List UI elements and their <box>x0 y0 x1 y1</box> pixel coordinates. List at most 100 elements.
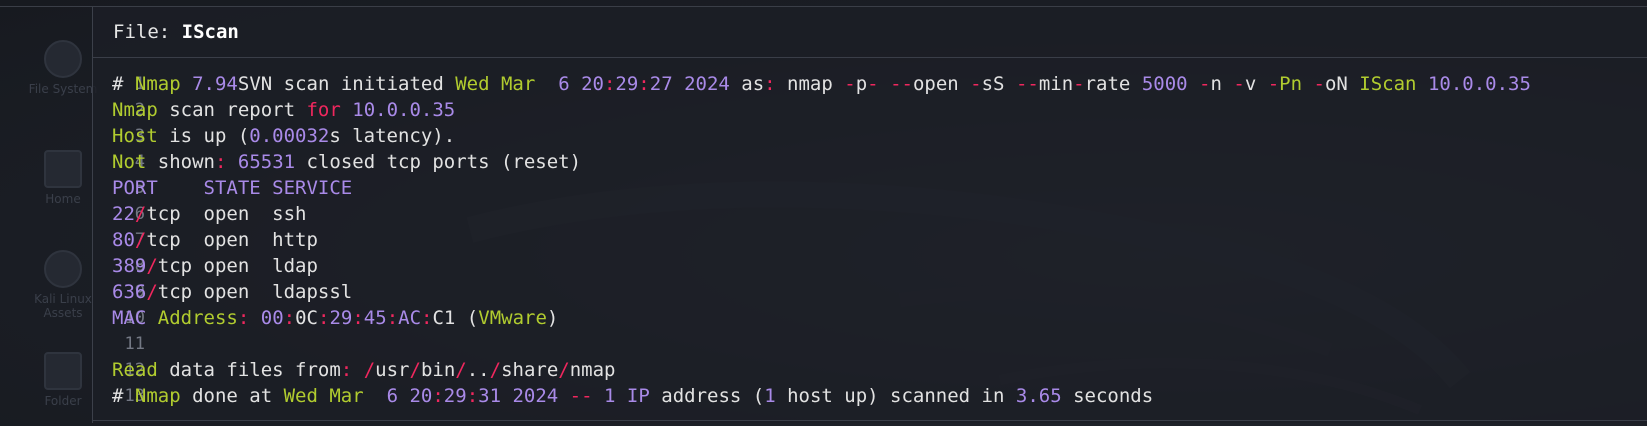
code-token: 29 <box>443 385 467 407</box>
code-token: / <box>409 359 421 381</box>
code-token: 1 <box>604 385 616 407</box>
code-token: 29 <box>615 73 639 95</box>
code-token: 389 <box>112 255 147 277</box>
code-token: n <box>1210 73 1234 95</box>
code-token: : <box>603 73 616 95</box>
code-token: / <box>146 281 158 303</box>
code-token: - <box>1233 73 1245 95</box>
desktop-icon-kali-assets[interactable]: Kali Linux Assets <box>28 250 98 320</box>
code-token: SVN scan initiated <box>237 73 456 95</box>
desktop-icon-home[interactable]: Home <box>28 150 98 206</box>
desktop-icon-label: Home <box>45 192 81 206</box>
code-token: 29 <box>329 307 353 329</box>
file-header-prefix: File: <box>113 21 182 43</box>
code-token: : <box>237 307 250 329</box>
code-token: Wed Mar <box>283 385 364 407</box>
code-token: Not <box>112 151 147 173</box>
code-token: Nmap <box>134 73 181 95</box>
file-header-bar: File: IScan <box>93 7 1647 58</box>
code-token: usr <box>375 359 410 381</box>
code-token: closed tcp ports (reset) <box>295 151 582 173</box>
code-line: Host is up (0.00032s latency). <box>112 123 1647 149</box>
code-token: .. <box>466 359 490 381</box>
code-line <box>112 331 1647 357</box>
code-token: : <box>466 385 479 407</box>
code-token: IP <box>626 385 650 407</box>
desktop-icon-label: File System <box>28 82 98 96</box>
kali-logo-icon <box>44 250 82 288</box>
drive-icon <box>44 40 82 78</box>
code-token: min <box>1038 73 1074 95</box>
code-token: - <box>1313 73 1325 95</box>
code-line: 636/tcp open ldapssl <box>112 279 1647 305</box>
code-token: Pn <box>1279 73 1303 95</box>
terminal-window[interactable]: File: IScan 1 2 3 4 5 6 7 8 9 10 11 12 13 # Nmap 7.9… <box>92 7 1647 423</box>
code-token: 80 <box>112 229 135 251</box>
code-token: / <box>558 359 570 381</box>
code-token: -- <box>569 385 593 407</box>
code-token: / <box>134 203 147 225</box>
code-token: data files from <box>157 359 341 381</box>
code-token: - <box>1267 73 1280 95</box>
code-token: p <box>855 73 868 95</box>
code-token: v <box>1244 73 1268 95</box>
code-token: Read <box>112 359 158 381</box>
code-token: seconds <box>1061 385 1154 407</box>
code-token: 22 <box>112 203 135 225</box>
code-line: # Nmap done at Wed Mar 6 20:29:31 2024 -… <box>112 383 1647 409</box>
code-token: 0C <box>295 307 318 329</box>
desktop-icon-folder[interactable]: Folder <box>28 352 98 408</box>
code-token: 65531 <box>237 151 296 173</box>
code-token: - <box>1073 73 1085 95</box>
code-token: IScan <box>1359 73 1417 95</box>
desktop-icon-file-system[interactable]: File System <box>28 40 98 96</box>
code-line: 22/tcp open ssh <box>112 201 1647 227</box>
code-token: : <box>432 385 444 407</box>
code-token: sS <box>981 73 1016 95</box>
code-token: shown <box>146 151 215 173</box>
code-token: oN <box>1324 73 1360 95</box>
code-token: 00 <box>260 307 284 329</box>
code-token: 6 20 <box>558 73 604 95</box>
code-token: 45 <box>363 307 387 329</box>
code-token: / <box>455 359 467 381</box>
code-token: tcp open ldapssl <box>157 281 353 303</box>
home-folder-icon <box>44 150 82 188</box>
code-line: 389/tcp open ldap <box>112 253 1647 279</box>
code-token: C1 ( <box>432 307 479 329</box>
code-token: rate <box>1084 73 1142 95</box>
bottom-divider <box>93 420 1647 421</box>
code-line: Read data files from: /usr/bin/../share/… <box>112 357 1647 383</box>
code-token: : <box>386 307 399 329</box>
desktop-icon-label: Folder <box>44 394 82 408</box>
code-token: is up ( <box>157 125 250 147</box>
code-token: : <box>638 73 650 95</box>
code-token: Address <box>157 307 238 329</box>
code-token: : <box>352 307 364 329</box>
code-line: 80/tcp open http <box>112 227 1647 253</box>
code-token: 10.0.0.35 <box>352 99 456 121</box>
file-content[interactable]: # Nmap 7.94SVN scan initiated Wed Mar 6 … <box>112 71 1647 409</box>
code-token: : <box>421 307 433 329</box>
code-token: 10.0.0.35 <box>1427 73 1531 95</box>
code-token: scan report <box>157 99 307 121</box>
folder-icon <box>44 352 82 390</box>
code-token: 27 2024 <box>649 73 730 95</box>
code-token: / <box>134 229 147 251</box>
code-token: nmap <box>775 73 845 95</box>
code-token: nmap <box>569 359 616 381</box>
code-token: Host <box>112 125 158 147</box>
code-token: PORT STATE SERVICE <box>112 177 353 199</box>
code-token: done at <box>180 385 284 407</box>
code-token: AC <box>398 307 422 329</box>
